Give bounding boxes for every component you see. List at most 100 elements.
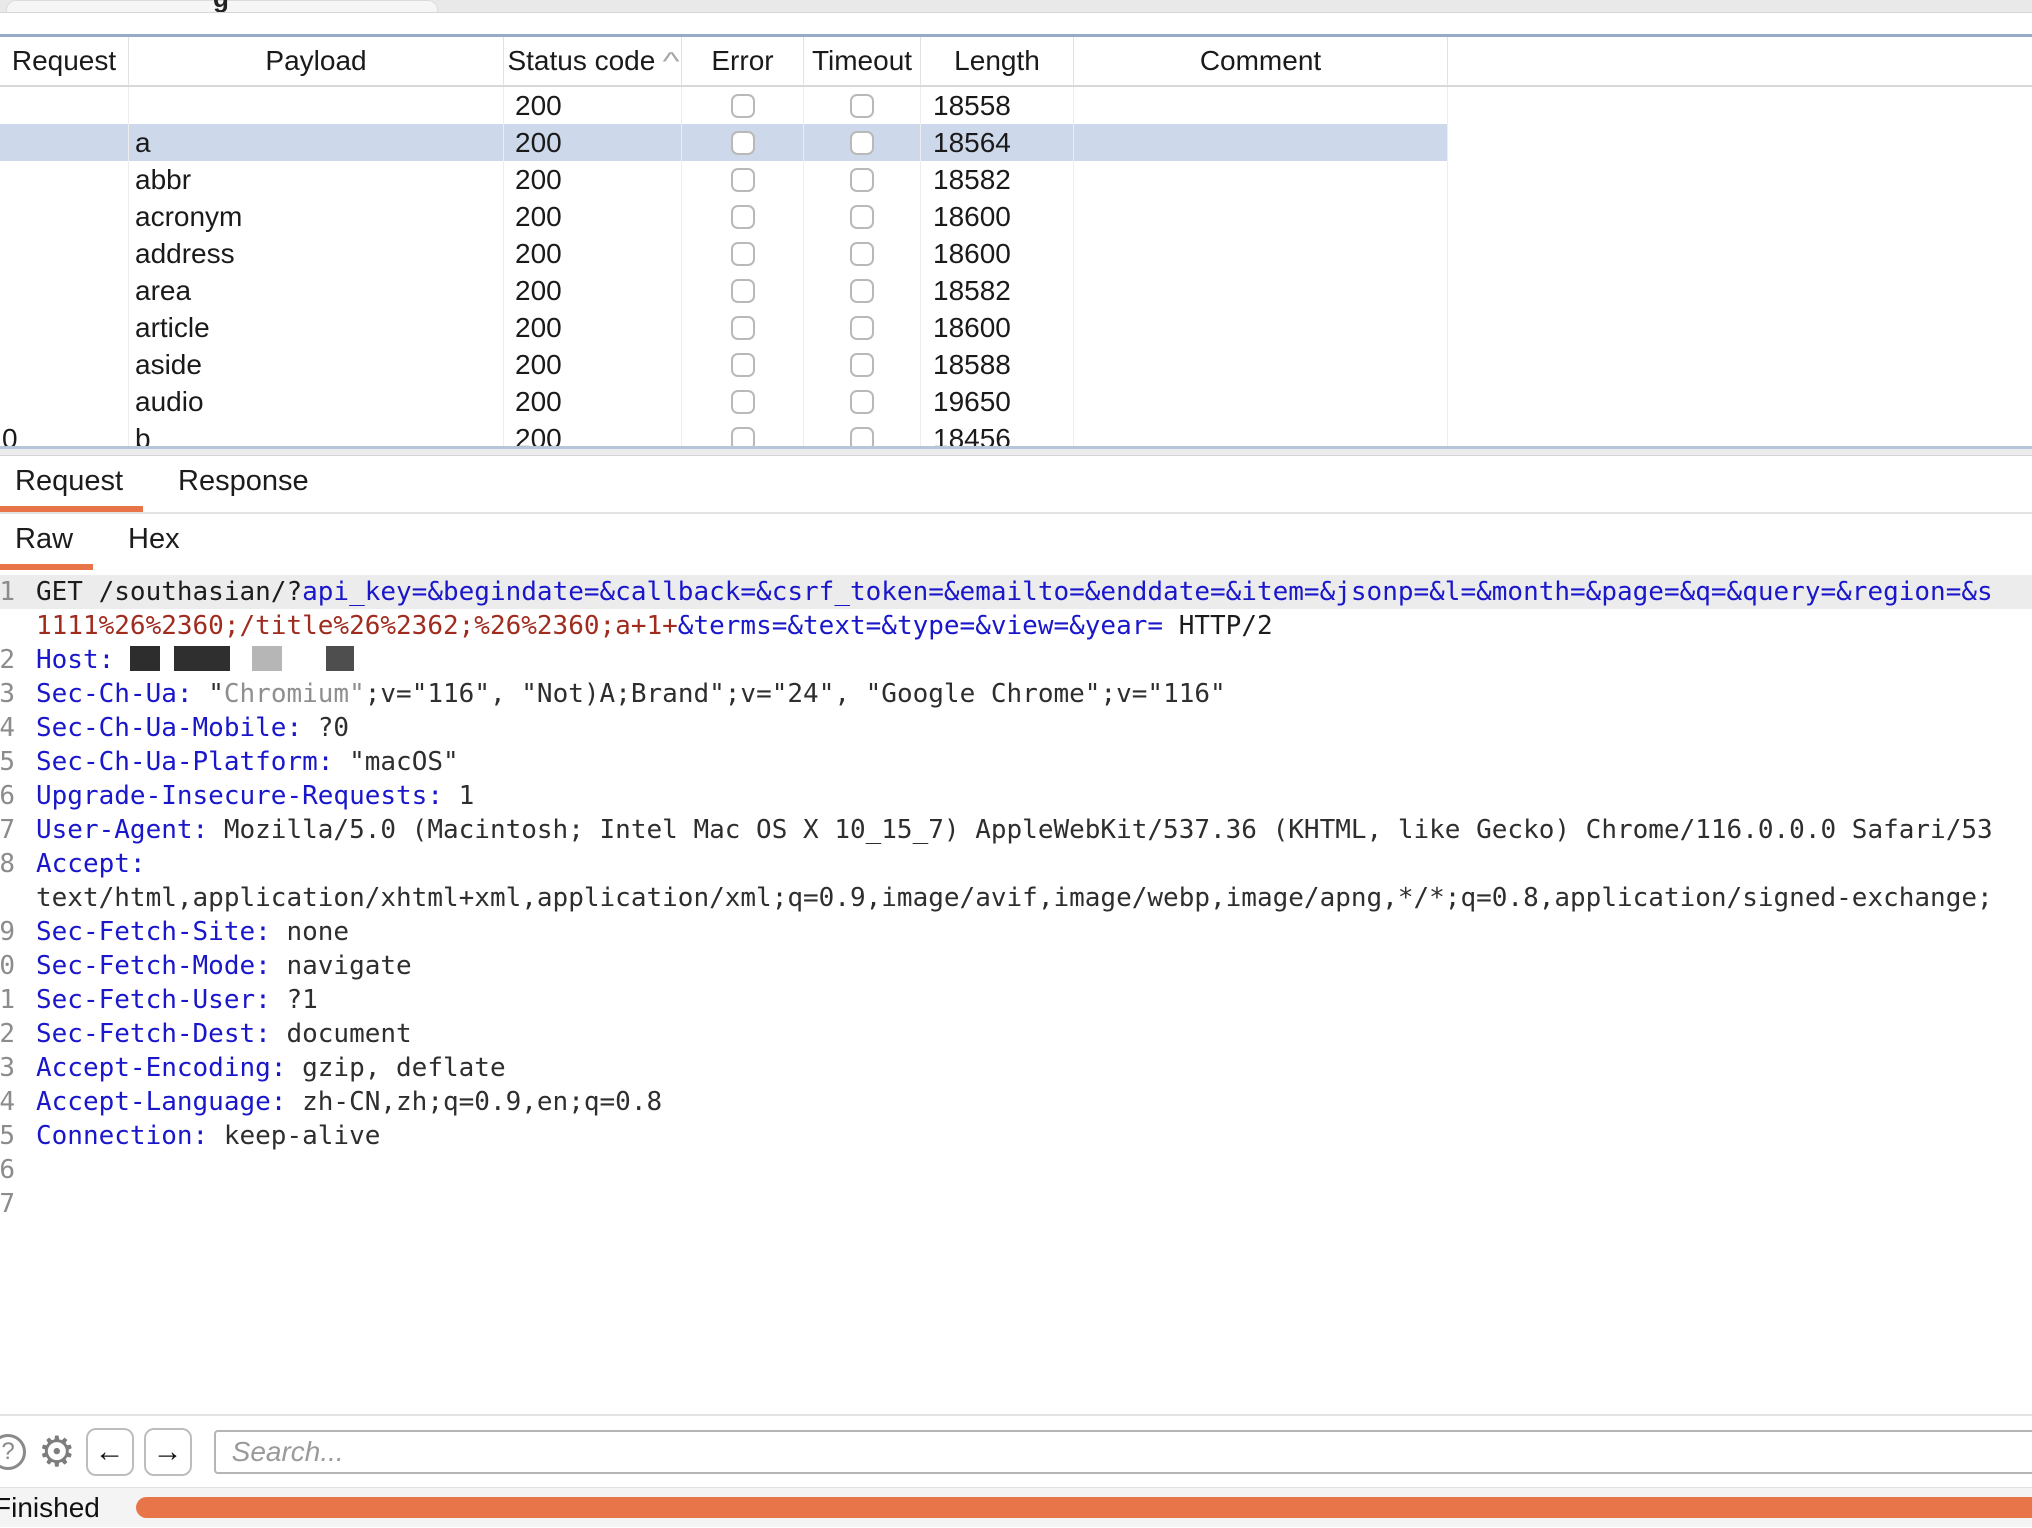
tab-raw[interactable]: Raw [15, 523, 73, 570]
timeout-checkbox[interactable] [850, 279, 874, 303]
request-editor[interactable]: 1GET /southasian/?api_key=&begindate=&ca… [0, 575, 2032, 1414]
cell-req [0, 198, 129, 235]
request-line: 16 [0, 1153, 2032, 1187]
error-checkbox[interactable] [731, 168, 755, 192]
cell-fill [1448, 346, 2032, 383]
message-tabs: Request Response [0, 456, 2032, 514]
cell-err [682, 383, 804, 420]
cell-len: 19650 [921, 383, 1074, 420]
line-number: 7 [0, 813, 15, 847]
cell-status: 200 [504, 383, 682, 420]
cell-time [804, 124, 921, 161]
request-line: 2Host: [0, 643, 2032, 677]
tab-request[interactable]: Request [15, 465, 123, 512]
cell-req: 0 [0, 420, 129, 446]
request-line: 1GET /southasian/?api_key=&begindate=&ca… [0, 575, 2032, 609]
request-line: 17 [0, 1187, 2032, 1221]
request-line: 4Sec-Ch-Ua-Mobile: ?0 [0, 711, 2032, 745]
cell-err [682, 309, 804, 346]
previous-match-button[interactable]: ← [86, 1428, 134, 1476]
table-row[interactable]: acronym20018600 [0, 198, 2032, 235]
cell-time [804, 272, 921, 309]
table-row[interactable]: area20018582 [0, 272, 2032, 309]
table-row[interactable]: aside20018588 [0, 346, 2032, 383]
cell-req [0, 346, 129, 383]
timeout-checkbox[interactable] [850, 168, 874, 192]
cell-len: 18600 [921, 309, 1074, 346]
line-number: 3 [0, 677, 15, 711]
timeout-checkbox[interactable] [850, 316, 874, 340]
cell-len: 18456 [921, 420, 1074, 446]
error-checkbox[interactable] [731, 242, 755, 266]
search-input[interactable] [214, 1430, 2032, 1474]
line-number: 15 [0, 1119, 15, 1153]
table-row[interactable]: abbr20018582 [0, 161, 2032, 198]
error-checkbox[interactable] [731, 279, 755, 303]
timeout-checkbox[interactable] [850, 205, 874, 229]
column-header-error[interactable]: Error [682, 37, 804, 85]
cell-pay: article [129, 309, 504, 346]
panel-splitter[interactable] [0, 446, 2032, 456]
timeout-checkbox[interactable] [850, 353, 874, 377]
timeout-checkbox[interactable] [850, 390, 874, 414]
request-line: 13Accept-Encoding: gzip, deflate [0, 1051, 2032, 1085]
error-checkbox[interactable] [731, 94, 755, 118]
column-header-comment[interactable]: Comment [1074, 37, 1448, 85]
cell-com [1074, 272, 1448, 309]
timeout-checkbox[interactable] [850, 242, 874, 266]
cell-len: 18588 [921, 346, 1074, 383]
cell-err [682, 161, 804, 198]
help-icon[interactable]: ? [0, 1434, 26, 1470]
cell-time [804, 198, 921, 235]
column-header-filler [1448, 37, 2032, 85]
progress-bar [136, 1497, 2032, 1518]
error-checkbox[interactable] [731, 390, 755, 414]
cell-req [0, 383, 129, 420]
error-checkbox[interactable] [731, 427, 755, 447]
error-checkbox[interactable] [731, 353, 755, 377]
timeout-checkbox[interactable] [850, 427, 874, 447]
tab-response[interactable]: Response [178, 465, 309, 512]
cell-len: 18564 [921, 124, 1074, 161]
line-number: 17 [0, 1187, 15, 1221]
request-line: 6Upgrade-Insecure-Requests: 1 [0, 779, 2032, 813]
column-header-length[interactable]: Length [921, 37, 1074, 85]
cell-status: 200 [504, 161, 682, 198]
error-checkbox[interactable] [731, 131, 755, 155]
column-header-request[interactable]: Request [0, 37, 129, 85]
error-checkbox[interactable] [731, 205, 755, 229]
column-header-status-code[interactable]: Status code ^ [504, 37, 682, 85]
request-line: 5Sec-Ch-Ua-Platform: "macOS" [0, 745, 2032, 779]
line-number: 8 [0, 847, 15, 881]
right-arrow-icon: → [153, 1435, 183, 1469]
cell-len: 18600 [921, 198, 1074, 235]
column-header-payload[interactable]: Payload [129, 37, 504, 85]
cell-fill [1448, 272, 2032, 309]
intruder-results-table: Request Payload Status code ^ Error Time… [0, 13, 2032, 446]
cell-com [1074, 198, 1448, 235]
cell-fill [1448, 161, 2032, 198]
cell-status: 200 [504, 272, 682, 309]
cell-pay [129, 87, 504, 124]
table-row[interactable]: audio20019650 [0, 383, 2032, 420]
column-header-timeout[interactable]: Timeout [804, 37, 921, 85]
active-tab-underline [0, 506, 143, 512]
cell-req [0, 272, 129, 309]
cell-len: 18600 [921, 235, 1074, 272]
table-row[interactable]: a20018564 [0, 124, 2032, 161]
timeout-checkbox[interactable] [850, 131, 874, 155]
request-line: 14Accept-Language: zh-CN,zh;q=0.9,en;q=0… [0, 1085, 2032, 1119]
table-row[interactable]: 0b20018456 [0, 420, 2032, 446]
window-tab[interactable]: g [6, 0, 438, 13]
results-table-header: Request Payload Status code ^ Error Time… [0, 37, 2032, 87]
tab-hex[interactable]: Hex [128, 523, 180, 570]
line-number: 16 [0, 1153, 15, 1187]
next-match-button[interactable]: → [144, 1428, 192, 1476]
error-checkbox[interactable] [731, 316, 755, 340]
line-number: 4 [0, 711, 15, 745]
table-row[interactable]: article20018600 [0, 309, 2032, 346]
gear-icon[interactable]: ⚙ [38, 1431, 76, 1473]
table-row[interactable]: 20018558 [0, 87, 2032, 124]
table-row[interactable]: address20018600 [0, 235, 2032, 272]
timeout-checkbox[interactable] [850, 94, 874, 118]
